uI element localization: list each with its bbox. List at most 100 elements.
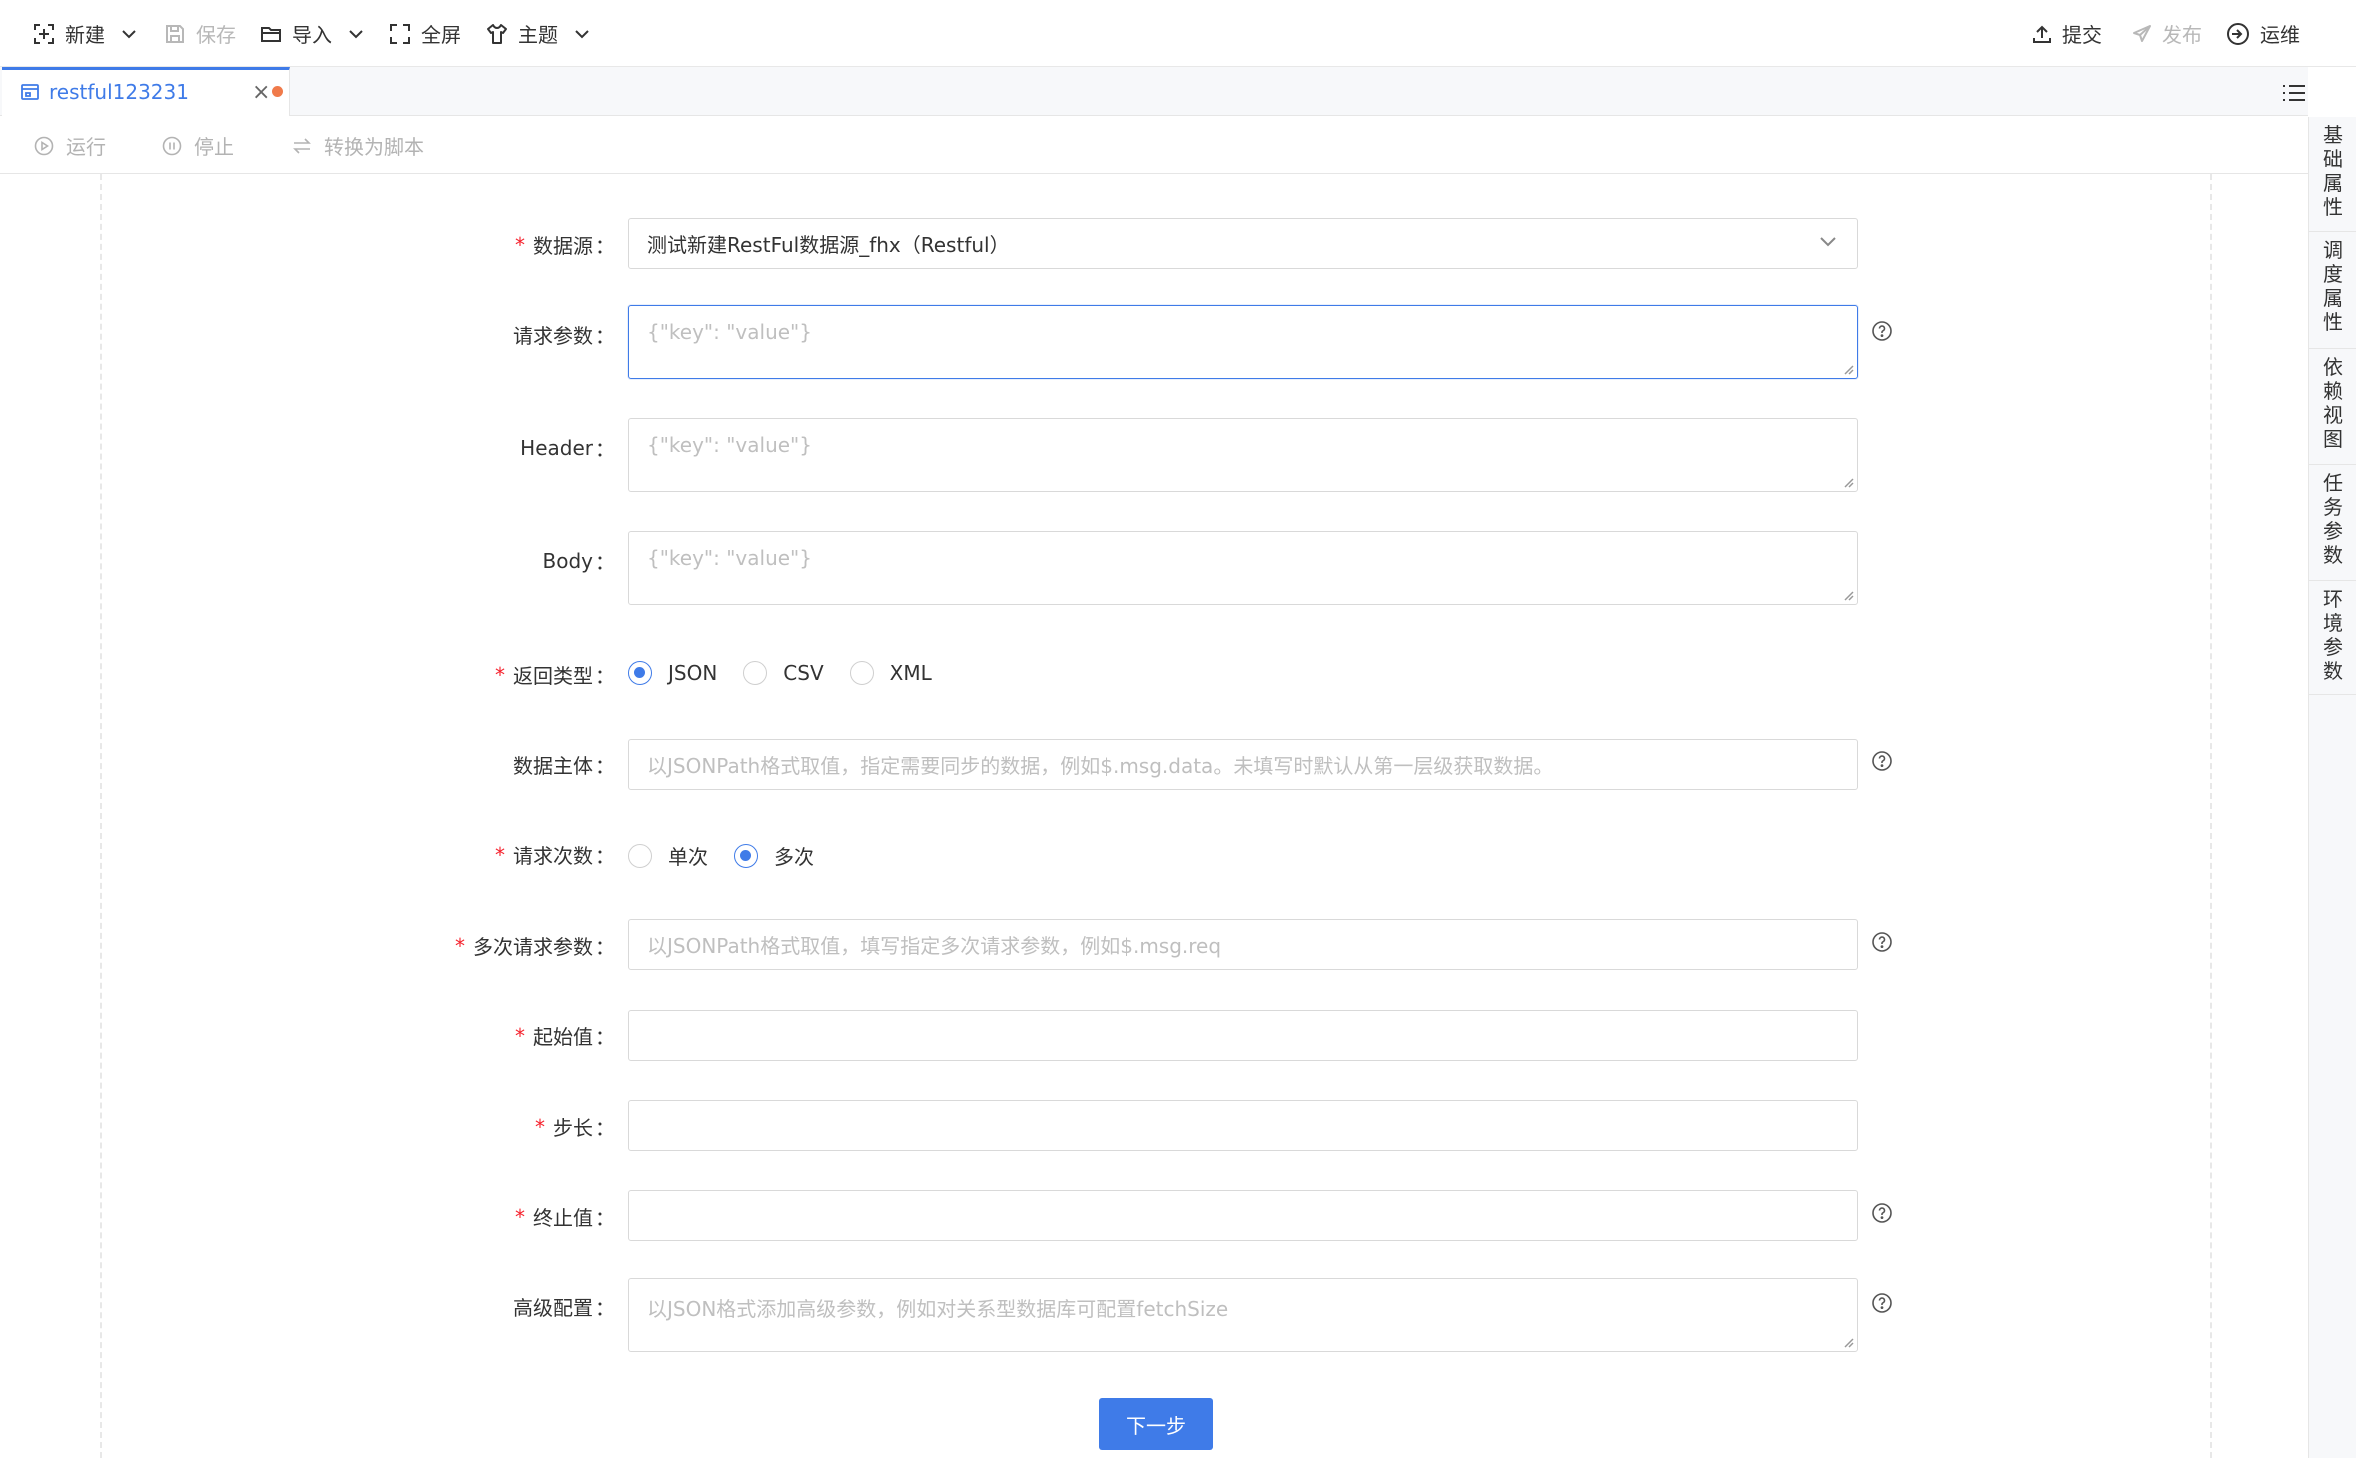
import-button[interactable]: 导入 <box>260 0 364 67</box>
side-tab-label: 环境参数 <box>2323 587 2343 683</box>
side-tab-basic[interactable]: 基础属性 <box>2309 117 2356 232</box>
submit-label: 提交 <box>2062 23 2102 47</box>
radio-single[interactable] <box>628 843 652 868</box>
header-label: Header： <box>520 433 615 462</box>
import-label: 导入 <box>292 23 332 47</box>
colon: ： <box>595 1296 615 1320</box>
list-icon[interactable] <box>2282 83 2306 103</box>
radio-label: 多次 <box>774 845 814 869</box>
radio-json[interactable] <box>628 661 652 685</box>
request-params-label: 请求参数： <box>513 320 615 349</box>
tab-strip: restful123231 × <box>0 67 2308 116</box>
resize-handle-icon[interactable] <box>1842 589 1854 601</box>
step-input[interactable] <box>628 1100 1858 1151</box>
tab-restful[interactable]: restful123231 × <box>2 67 290 116</box>
convert-label: 转换为脚本 <box>324 135 424 159</box>
help-icon[interactable] <box>1871 1202 1893 1224</box>
side-tab-task-params[interactable]: 任务参数 <box>2309 465 2356 581</box>
submit-button[interactable]: 提交 <box>2032 0 2102 67</box>
pause-icon <box>162 136 182 155</box>
required-mark: * <box>495 842 505 867</box>
data-subject-label: 数据主体： <box>513 750 615 779</box>
radio-label: XML <box>889 661 932 685</box>
resize-handle-icon[interactable] <box>1842 476 1854 488</box>
colon: ： <box>595 324 615 348</box>
header-textarea[interactable]: {"key": "value"} <box>628 418 1858 492</box>
return-type-radio-group: JSON CSV XML <box>628 661 932 685</box>
body-textarea[interactable]: {"key": "value"} <box>628 531 1858 605</box>
side-tab-env-params[interactable]: 环境参数 <box>2309 581 2356 695</box>
chevron-down-icon[interactable] <box>121 29 137 39</box>
request-params-placeholder: {"key": "value"} <box>647 320 812 344</box>
resize-handle-icon[interactable] <box>1842 1336 1854 1348</box>
colon: ： <box>595 844 615 868</box>
new-button[interactable]: 新建 <box>33 0 137 67</box>
label-text: 数据源 <box>533 234 593 258</box>
ops-button[interactable]: 运维 <box>2226 0 2300 67</box>
add-icon <box>34 23 54 44</box>
help-icon[interactable] <box>1871 320 1893 342</box>
fullscreen-button[interactable]: 全屏 <box>389 0 461 67</box>
colon: ： <box>595 1206 615 1230</box>
fullscreen-label: 全屏 <box>421 23 461 47</box>
multi-params-label: * 多次请求参数： <box>455 931 615 960</box>
header-placeholder: {"key": "value"} <box>647 433 812 457</box>
end-value-input[interactable] <box>628 1190 1858 1241</box>
colon: ： <box>595 550 615 574</box>
theme-label: 主题 <box>518 23 558 47</box>
chevron-down-icon <box>1820 237 1836 247</box>
side-tab-dependency[interactable]: 依赖视图 <box>2309 349 2356 465</box>
swap-icon <box>293 137 311 154</box>
resize-handle-icon[interactable] <box>1842 363 1854 375</box>
colon: ： <box>595 234 615 258</box>
theme-button[interactable]: 主题 <box>486 0 590 67</box>
colon: ： <box>595 664 615 688</box>
multi-params-input[interactable]: 以JSONPath格式取值，填写指定多次请求参数，例如$.msg.req <box>628 919 1858 970</box>
body-label: Body： <box>543 546 616 575</box>
tab-label: restful123231 <box>49 80 189 104</box>
action-bar: 运行 停止 转换为脚本 <box>0 117 2308 174</box>
save-icon <box>166 24 184 43</box>
help-icon[interactable] <box>1871 931 1893 953</box>
radio-label: CSV <box>783 661 824 685</box>
help-icon[interactable] <box>1871 1292 1893 1314</box>
close-icon[interactable]: × <box>252 81 270 105</box>
data-subject-placeholder: 以JSONPath格式取值，指定需要同步的数据，例如$.msg.data。未填写… <box>647 754 1554 778</box>
radio-multiple[interactable] <box>734 843 758 868</box>
start-value-input[interactable] <box>628 1010 1858 1061</box>
radio-label: 单次 <box>668 845 708 869</box>
chevron-down-icon[interactable] <box>348 29 364 39</box>
top-toolbar: 新建 保存 导入 全屏 主题 提交 发布 运维 <box>0 0 2356 67</box>
label-text: 多次请求参数 <box>473 935 593 959</box>
guide-line <box>100 174 102 1458</box>
unsaved-dot-icon <box>272 86 283 97</box>
help-icon[interactable] <box>1871 750 1893 772</box>
radio-csv[interactable] <box>743 661 768 685</box>
datasource-select[interactable]: 测试新建RestFul数据源_fhx（Restful） <box>628 218 1858 269</box>
save-button[interactable]: 保存 <box>164 0 236 67</box>
side-tab-schedule[interactable]: 调度属性 <box>2309 232 2356 349</box>
side-panel: 基础属性 调度属性 依赖视图 任务参数 环境参数 <box>2308 117 2356 1458</box>
convert-script-button[interactable]: 转换为脚本 <box>292 117 424 174</box>
colon: ： <box>595 1116 615 1140</box>
required-mark: * <box>515 1023 525 1048</box>
data-subject-input[interactable]: 以JSONPath格式取值，指定需要同步的数据，例如$.msg.data。未填写… <box>628 739 1858 790</box>
label-text: Body <box>542 548 594 573</box>
advanced-placeholder: 以JSON格式添加高级参数，例如对关系型数据库可配置fetchSize <box>647 1297 1229 1321</box>
next-step-button[interactable]: 下一步 <box>1099 1398 1213 1450</box>
run-button[interactable]: 运行 <box>34 117 106 174</box>
request-params-textarea[interactable]: {"key": "value"} <box>628 305 1858 379</box>
stop-button[interactable]: 停止 <box>162 117 234 174</box>
label-text: 请求次数 <box>513 844 593 868</box>
advanced-textarea[interactable]: 以JSON格式添加高级参数，例如对关系型数据库可配置fetchSize <box>628 1278 1858 1352</box>
chevron-down-icon[interactable] <box>574 29 590 39</box>
request-count-radio-group: 单次 多次 <box>628 841 814 870</box>
side-tab-label: 任务参数 <box>2323 471 2343 567</box>
radio-label: JSON <box>668 661 718 685</box>
fullscreen-icon <box>390 23 410 44</box>
upload-icon <box>2033 25 2051 43</box>
radio-xml[interactable] <box>849 661 874 685</box>
publish-button[interactable]: 发布 <box>2132 0 2202 67</box>
return-type-label: * 返回类型： <box>495 660 615 689</box>
folder-icon <box>261 26 281 42</box>
